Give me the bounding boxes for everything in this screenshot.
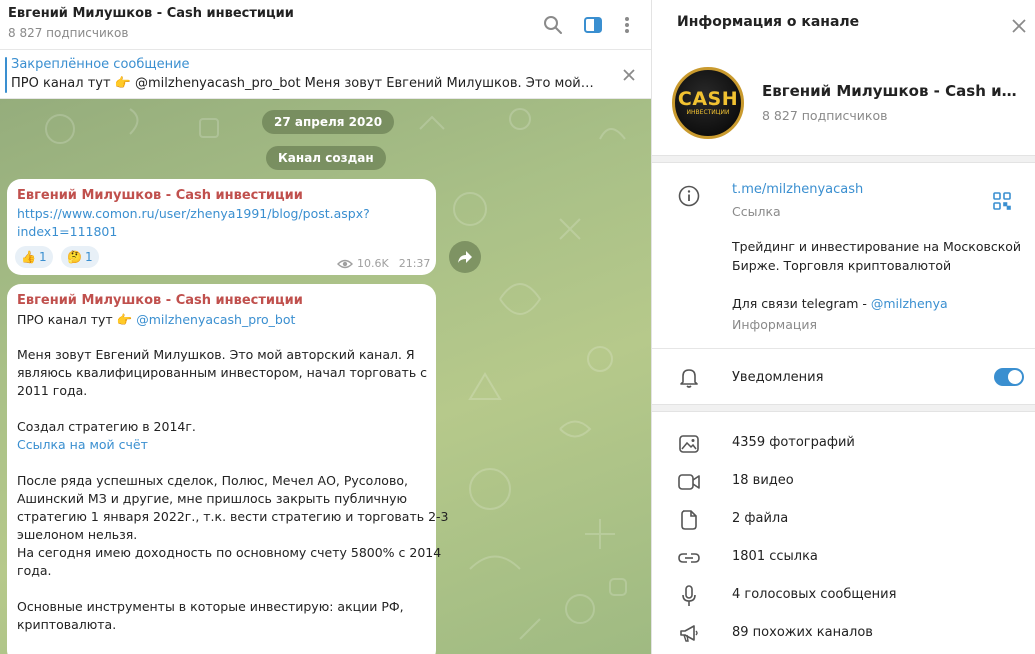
notifications-toggle[interactable] (994, 368, 1024, 386)
channel-name: Евгений Милушков - Cash инвестиции (762, 82, 1026, 100)
channel-info-pane: Информация о канале CASH ИНВЕСТИЦИИ Евге… (651, 0, 1035, 654)
file-icon (677, 508, 701, 532)
channel-avatar[interactable]: CASH ИНВЕСТИЦИИ (672, 67, 744, 139)
video-icon (677, 470, 701, 494)
media-label: 4 голосовых сообщения (732, 587, 897, 602)
message-text-line: На сегодня имею доходность по основному … (17, 545, 442, 560)
reaction-count: 1 (38, 250, 47, 264)
media-label: 89 похожих каналов (732, 625, 873, 640)
description-line: Трейдинг и инвестирование на Московской (732, 239, 1022, 254)
media-row-similar-channels[interactable]: 89 похожих каналов (652, 615, 1035, 653)
chat-title[interactable]: Евгений Милушков - Cash инвестиции (8, 6, 294, 21)
pro-prefix: ПРО канал тут 👉 (17, 312, 137, 327)
pinned-title: Закреплённое сообщение (11, 57, 190, 72)
info-icon (677, 184, 701, 208)
message-text-line: являюсь квалифицированным инвестором, на… (17, 365, 428, 380)
media-row-videos[interactable]: 18 видео (652, 463, 1035, 501)
sidebar-toggle-icon[interactable] (581, 13, 605, 37)
message-link-cont[interactable]: index1=111801 (17, 223, 117, 241)
megaphone-icon (677, 622, 701, 646)
account-link[interactable]: Ссылка на мой счёт (17, 436, 148, 454)
search-icon[interactable] (541, 13, 565, 37)
message-bubble[interactable]: Евгений Милушков - Cash инвестиции https… (7, 179, 436, 275)
media-row-files[interactable]: 2 файла (652, 501, 1035, 539)
chat-subscribers: 8 827 подписчиков (8, 26, 129, 40)
media-label: 1801 ссылка (732, 549, 818, 564)
message-sender[interactable]: Евгений Милушков - Cash инвестиции (17, 293, 303, 308)
bell-icon (677, 366, 701, 390)
message-text-line: Основные инструменты в которые инвестиру… (17, 599, 404, 614)
message-text-line: Создал стратегию в 2014г. (17, 419, 196, 434)
message-text-line: Ашинский МЗ и другие, мне пришлось закры… (17, 491, 408, 506)
reaction-thumbs-up[interactable]: 👍 1 (15, 246, 53, 268)
contact-link[interactable]: @milzhenya (871, 296, 948, 311)
message-meta: 10.6K 21:37 (337, 257, 430, 270)
views-eye-icon (337, 259, 353, 268)
media-row-voice[interactable]: 4 голосовых сообщения (652, 577, 1035, 615)
description-line: Бирже. Торговля криптовалютой (732, 258, 952, 273)
reaction-emoji: 🤔 (67, 250, 82, 264)
microphone-icon (677, 584, 701, 608)
channel-subscribers: 8 827 подписчиков (762, 108, 888, 123)
message-link[interactable]: https://www.comon.ru/user/zhenya1991/blo… (17, 205, 370, 223)
reaction-count: 1 (84, 250, 93, 264)
section-divider (652, 155, 1035, 163)
avatar-logo-text: CASH (677, 88, 739, 110)
media-label: 2 файла (732, 511, 789, 526)
close-pinned-icon[interactable] (617, 63, 641, 87)
message-text-line: 2011 года. (17, 383, 88, 398)
share-arrow-icon[interactable] (449, 241, 481, 273)
message-text-line: После ряда успешных сделок, Полюс, Мечел… (17, 473, 408, 488)
chat-header: Евгений Милушков - Cash инвестиции 8 827… (0, 0, 651, 50)
contact-line: Для связи telegram - @milzhenya (732, 294, 948, 313)
media-label: 4359 фотографий (732, 435, 855, 450)
message-bubble[interactable]: Евгений Милушков - Cash инвестиции ПРО к… (7, 284, 449, 654)
link-icon (677, 546, 701, 570)
date-pill: 27 апреля 2020 (262, 110, 395, 134)
pinned-text: ПРО канал тут 👉 @milzhenyacash_pro_bot М… (11, 76, 595, 91)
message-pro-line: ПРО канал тут 👉 @milzhenyacash_pro_bot (17, 311, 295, 329)
message-text-line: Меня зовут Евгений Милушков. Это мой авт… (17, 347, 415, 362)
pinned-accent-line (5, 57, 7, 93)
reaction-thinking[interactable]: 🤔 1 (61, 246, 99, 268)
contact-prefix: Для связи telegram - (732, 296, 871, 311)
info-title: Информация о канале (677, 14, 860, 30)
media-row-links[interactable]: 1801 ссылка (652, 539, 1035, 577)
notifications-label: Уведомления (732, 370, 824, 385)
channel-created-pill: Канал создан (266, 146, 386, 170)
message-views: 10.6K (357, 257, 389, 270)
message-text-line: криптовалюта. (17, 617, 117, 632)
media-label: 18 видео (732, 473, 794, 488)
message-sender[interactable]: Евгений Милушков - Cash инвестиции (17, 188, 303, 203)
message-text-line: года. (17, 563, 52, 578)
media-row-photos[interactable]: 4359 фотографий (652, 425, 1035, 463)
message-time: 21:37 (398, 257, 431, 270)
description-caption: Информация (732, 317, 818, 332)
section-divider (652, 404, 1035, 412)
qr-code-icon[interactable] (993, 192, 1011, 214)
photo-icon (677, 432, 701, 456)
avatar-logo-subtext: ИНВЕСТИЦИИ (686, 109, 730, 116)
channel-link[interactable]: t.me/milzhenyacash (732, 182, 863, 197)
pro-bot-link[interactable]: @milzhenyacash_pro_bot (136, 312, 295, 327)
toggle-knob (1008, 370, 1022, 384)
more-vertical-icon[interactable] (615, 13, 639, 37)
message-text-line: эшелоном нельзя. (17, 527, 138, 542)
reaction-emoji: 👍 (21, 250, 36, 264)
link-caption: Ссылка (732, 204, 781, 219)
chat-pane: Евгений Милушков - Cash инвестиции 8 827… (0, 0, 651, 654)
message-text-line: стратегию 1 января 2022г., т.к. вести ст… (17, 509, 449, 524)
divider (652, 348, 1035, 349)
pinned-message-bar[interactable]: Закреплённое сообщение ПРО канал тут 👉 @… (0, 51, 651, 99)
close-icon[interactable] (1007, 14, 1031, 38)
